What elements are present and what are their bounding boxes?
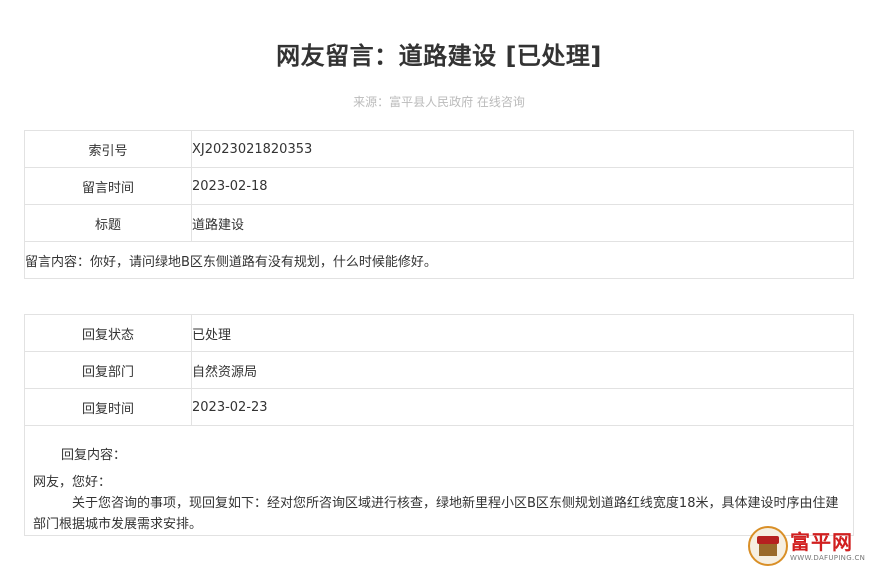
- reply-content-cell: 回复内容： 网友，您好： 关于您咨询的事项，现回复如下：经对您所咨询区域进行核查…: [24, 425, 854, 536]
- message-title-value: 道路建设: [191, 204, 854, 242]
- reply-content-label: 回复内容：: [61, 448, 127, 463]
- reply-status-label: 回复状态: [24, 314, 192, 352]
- reply-time-label: 回复时间: [24, 388, 192, 426]
- message-content: 留言内容：你好，请问绿地B区东侧道路有没有规划，什么时候能修好。: [24, 241, 854, 279]
- message-time-value: 2023-02-18: [191, 167, 854, 205]
- city-gate-icon: [748, 526, 788, 566]
- watermark-url: WWW.DAFUPING.CN: [790, 554, 866, 562]
- reply-department-value: 自然资源局: [191, 351, 854, 389]
- table-row: 留言时间 2023-02-18: [24, 167, 854, 205]
- message-table: 索引号 XJ2023021820353 留言时间 2023-02-18 标题 道…: [24, 130, 854, 279]
- message-time-label: 留言时间: [24, 167, 192, 205]
- reply-time-value: 2023-02-23: [191, 388, 854, 426]
- message-title-label: 标题: [24, 204, 192, 242]
- table-row: 回复部门 自然资源局: [24, 351, 854, 389]
- reply-table: 回复状态 已处理 回复部门 自然资源局 回复时间 2023-02-23 回复内容…: [24, 314, 854, 536]
- table-row: 回复状态 已处理: [24, 314, 854, 352]
- reply-body-text: 关于您咨询的事项，现回复如下：经对您所咨询区域进行核查，绿地新里程小区B区东侧规…: [33, 496, 839, 532]
- reply-content-body: 网友，您好： 关于您咨询的事项，现回复如下：经对您所咨询区域进行核查，绿地新里程…: [33, 472, 845, 535]
- reply-status-value: 已处理: [191, 314, 854, 352]
- table-row: 索引号 XJ2023021820353: [24, 130, 854, 168]
- reply-greeting: 网友，您好：: [33, 475, 112, 490]
- table-row: 回复时间 2023-02-23: [24, 388, 854, 426]
- watermark-text: 富平网: [790, 530, 853, 554]
- index-number-label: 索引号: [24, 130, 192, 168]
- page-source: 来源：富平县人民政府 在线咨询: [353, 95, 525, 109]
- table-row: 留言内容：你好，请问绿地B区东侧道路有没有规划，什么时候能修好。: [24, 241, 854, 279]
- reply-department-label: 回复部门: [24, 351, 192, 389]
- page-title: 网友留言：道路建设 [已处理]: [276, 42, 602, 70]
- site-watermark-logo: 富平网 WWW.DAFUPING.CN: [748, 526, 872, 566]
- index-number-value: XJ2023021820353: [191, 130, 854, 168]
- table-row: 标题 道路建设: [24, 204, 854, 242]
- table-row: 回复内容： 网友，您好： 关于您咨询的事项，现回复如下：经对您所咨询区域进行核查…: [24, 425, 854, 536]
